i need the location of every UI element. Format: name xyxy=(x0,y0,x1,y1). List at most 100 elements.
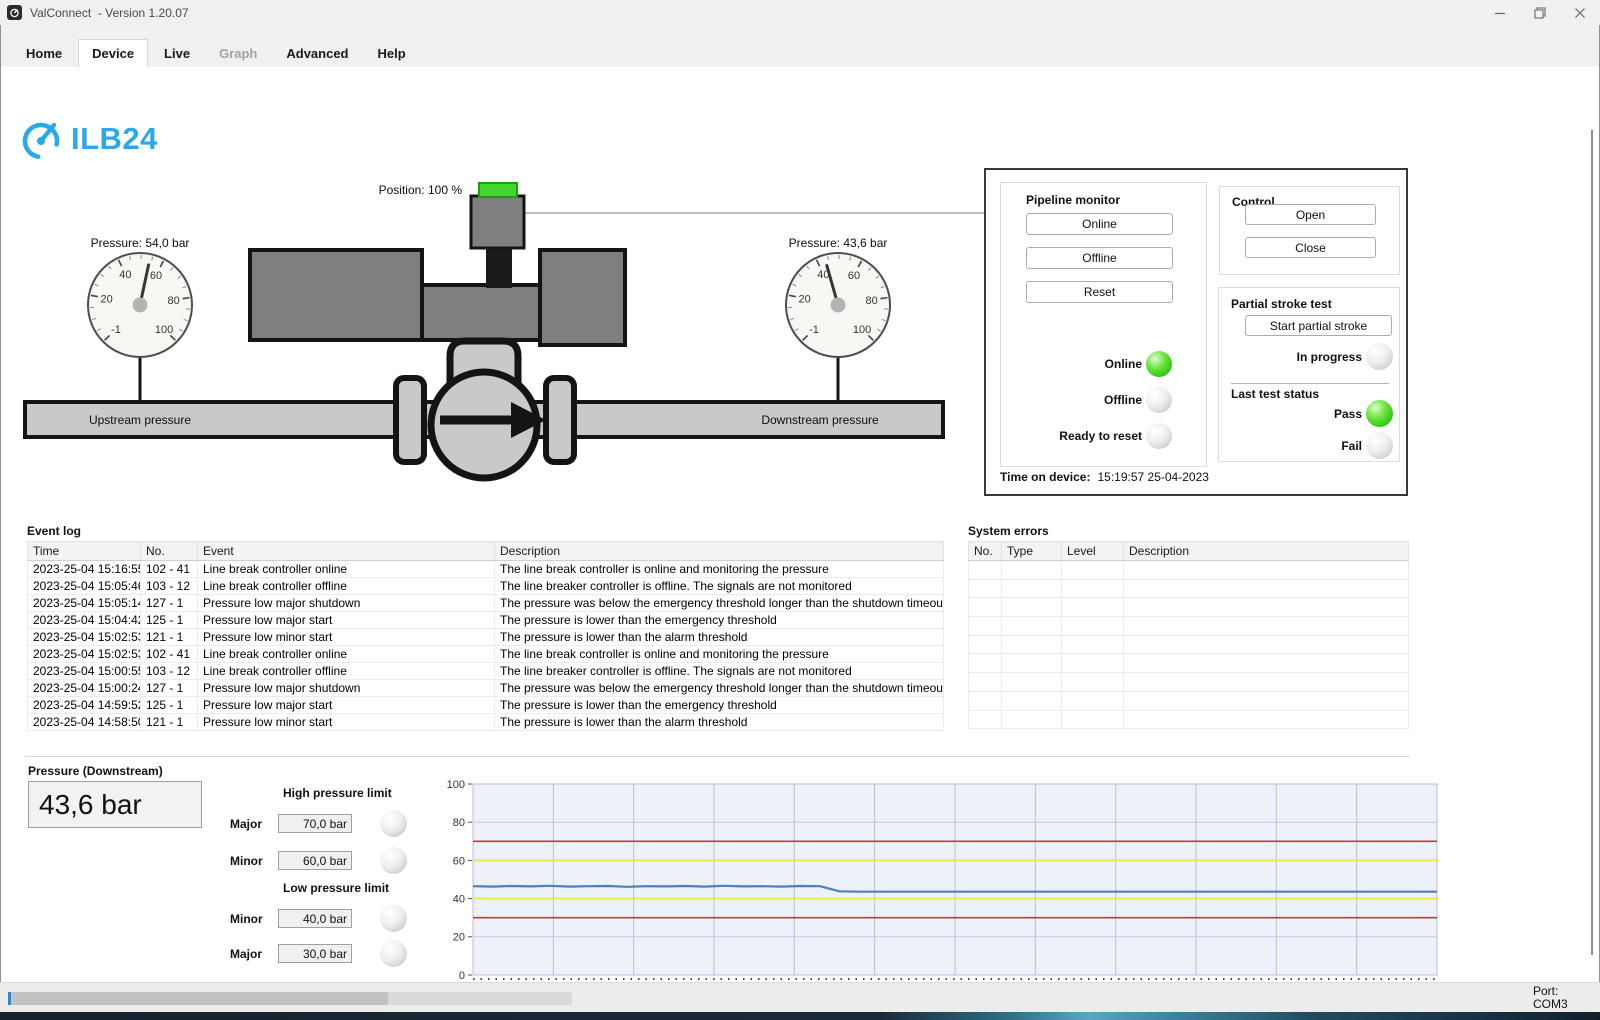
process-diagram: Upstream pressure Downstream pressure Po… xyxy=(23,182,984,482)
horizontal-scrollbar-thumb[interactable] xyxy=(8,992,388,1005)
offline-status-row: Offline xyxy=(1001,387,1172,413)
low-major-row: Major 30,0 bar xyxy=(230,940,440,967)
high-minor-row: Minor 60,0 bar xyxy=(230,847,440,874)
fail-led xyxy=(1366,432,1393,459)
svg-text:100: 100 xyxy=(447,779,465,791)
valve-body xyxy=(427,368,541,482)
low-minor-row: Minor 40,0 bar xyxy=(230,905,440,932)
offline-status-label: Offline xyxy=(1104,393,1142,407)
downstream-gauge: -1 20 40 60 80 100 xyxy=(785,252,891,358)
device-control-panel: Pipeline monitor Online Offline Reset On… xyxy=(984,168,1408,496)
time-on-device-label: Time on device: xyxy=(1000,470,1091,484)
svg-text:80: 80 xyxy=(168,295,180,307)
position-label: Position: 100 % xyxy=(379,183,463,197)
partial-stroke-group: Partial stroke test Start partial stroke… xyxy=(1218,287,1400,462)
start-partial-stroke-button[interactable]: Start partial stroke xyxy=(1245,315,1392,336)
tab-live[interactable]: Live xyxy=(151,42,203,67)
scrollbar-position-marker xyxy=(8,992,11,1005)
low-major-field[interactable]: 30,0 bar xyxy=(278,944,352,963)
pipeline-monitor-group: Pipeline monitor Online Offline Reset On… xyxy=(1000,182,1207,467)
bottom-divider xyxy=(25,756,1410,757)
tab-graph: Graph xyxy=(219,46,258,61)
event-log-row[interactable]: 2023-25-04 15:02:53 121 - 1 Pressure low m… xyxy=(27,628,944,646)
partial-stroke-separator xyxy=(1231,383,1389,384)
restore-button[interactable] xyxy=(1520,0,1560,25)
in-progress-led xyxy=(1366,343,1393,370)
pipe xyxy=(23,400,945,439)
app-icon xyxy=(7,5,22,20)
last-test-status-title: Last test status xyxy=(1231,387,1320,401)
offline-button[interactable]: Offline xyxy=(1026,247,1173,269)
high-minor-label: Minor xyxy=(230,853,263,868)
svg-text:60: 60 xyxy=(150,270,162,282)
system-errors-col-level: Level xyxy=(1061,541,1124,561)
online-button[interactable]: Online xyxy=(1026,213,1173,235)
minimize-button[interactable] xyxy=(1480,0,1520,25)
upstream-pipe-label: Upstream pressure xyxy=(89,413,191,427)
high-major-field[interactable]: 70,0 bar xyxy=(278,814,352,833)
window-border-left xyxy=(0,25,1,1012)
svg-text:20: 20 xyxy=(101,293,113,305)
control-group: Control Open Close xyxy=(1219,186,1400,275)
in-progress-row: In progress xyxy=(1219,343,1393,370)
tab-help[interactable]: Help xyxy=(365,42,419,67)
event-log-table: Time No. Event Description 2023-25-04 15:16… xyxy=(27,541,944,731)
port-status: Port: COM3 xyxy=(1533,985,1568,1011)
fail-label: Fail xyxy=(1341,438,1362,453)
event-log-row[interactable]: 2023-25-04 15:00:24 127 - 1 Pressure low m… xyxy=(27,679,944,697)
event-log-row[interactable]: 2023-25-04 15:16:55 102 - 41 Line break co… xyxy=(27,560,944,578)
pressure-downstream-value: 43,6 bar xyxy=(28,781,202,828)
event-log-row[interactable]: 2023-25-04 14:58:50 121 - 1 Pressure low m… xyxy=(27,713,944,731)
event-log-row[interactable]: 2023-25-04 15:00:55 103 - 12 Line break co… xyxy=(27,662,944,680)
open-button[interactable]: Open xyxy=(1245,204,1376,225)
valve-flange-right xyxy=(543,375,577,465)
actuator-head xyxy=(469,194,526,250)
pass-row: Pass xyxy=(1219,400,1393,427)
actuator-left-housing xyxy=(248,248,424,342)
pass-label: Pass xyxy=(1333,406,1362,421)
close-button[interactable] xyxy=(1560,0,1600,25)
vertical-scrollbar-thumb[interactable] xyxy=(1591,130,1593,955)
system-errors-col-no: No. xyxy=(968,541,1002,561)
system-errors-empty-row xyxy=(968,690,1409,711)
downstream-pressure-label: Pressure: 43,6 bar xyxy=(789,236,888,250)
online-status-label: Online xyxy=(1104,357,1142,371)
svg-text:-1: -1 xyxy=(111,324,121,336)
horizontal-scrollbar-track[interactable] xyxy=(8,992,572,1005)
close-icon xyxy=(1575,7,1585,18)
tab-advanced[interactable]: Advanced xyxy=(273,42,361,67)
minimize-icon xyxy=(1495,12,1505,14)
event-log-col-description: Description xyxy=(494,541,944,561)
svg-text:0: 0 xyxy=(459,970,465,982)
logo: ILB24 xyxy=(20,116,158,162)
close-valve-button[interactable]: Close xyxy=(1245,237,1376,258)
titlebar: ValConnect - Version 1.20.07 xyxy=(0,0,1600,25)
svg-text:-1: -1 xyxy=(809,324,819,336)
port-value: COM3 xyxy=(1533,997,1568,1011)
svg-text:20: 20 xyxy=(799,293,811,305)
event-log-row[interactable]: 2023-25-04 15:05:14 127 - 1 Pressure low m… xyxy=(27,594,944,612)
high-major-led xyxy=(380,810,407,837)
event-log-row[interactable]: 2023-25-04 15:05:46 103 - 12 Line break co… xyxy=(27,577,944,595)
in-progress-label: In progress xyxy=(1296,349,1362,364)
event-log-row[interactable]: 2023-25-04 14:59:52 125 - 1 Pressure low m… xyxy=(27,696,944,714)
reset-button[interactable]: Reset xyxy=(1026,281,1173,303)
system-errors-empty-row xyxy=(968,634,1409,655)
event-log-row[interactable]: 2023-25-04 15:02:53 102 - 41 Line break co… xyxy=(27,645,944,663)
system-errors-empty-row xyxy=(968,653,1409,674)
tab-home[interactable]: Home xyxy=(13,42,75,67)
event-log-row[interactable]: 2023-25-04 15:04:42 125 - 1 Pressure low m… xyxy=(27,611,944,629)
online-status-row: Online xyxy=(1001,351,1172,377)
logo-text: ILB24 xyxy=(71,121,158,156)
svg-text:20: 20 xyxy=(453,932,465,944)
svg-text:60: 60 xyxy=(848,270,860,282)
pressure-trend-chart: 0 20 40 60 80 100 xyxy=(447,779,1438,982)
system-errors-col-type: Type xyxy=(1001,541,1062,561)
upstream-gauge: -1 20 40 60 80 100 xyxy=(87,252,193,358)
high-minor-field[interactable]: 60,0 bar xyxy=(278,851,352,870)
upstream-pressure-label: Pressure: 54,0 bar xyxy=(91,236,190,250)
tab-device[interactable]: Device xyxy=(78,39,149,67)
svg-text:40: 40 xyxy=(453,893,465,905)
system-errors-title: System errors xyxy=(968,524,1049,538)
low-minor-field[interactable]: 40,0 bar xyxy=(278,909,352,928)
